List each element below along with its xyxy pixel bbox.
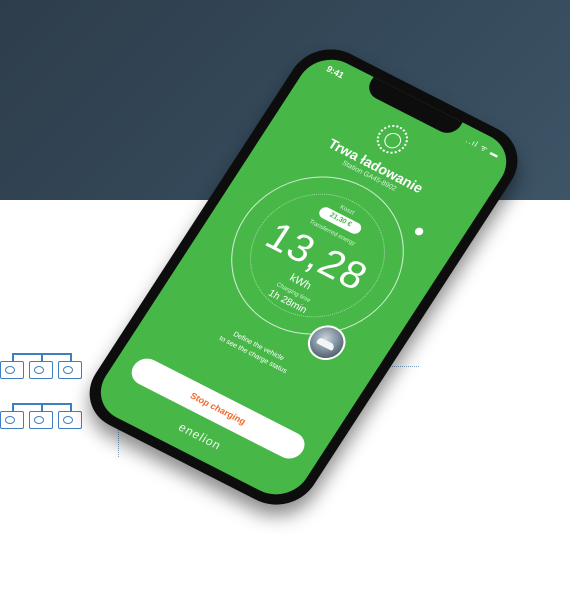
phone-body: 9:41 ..ıl ᯤ ▬ Trwa ładowanie Station GA4…: [73, 35, 534, 519]
progress-ring-dot: [413, 226, 425, 237]
charger-logo-icon: [370, 119, 414, 159]
status-icons: ..ıl ᯤ ▬: [464, 135, 502, 160]
phone-notch: [363, 75, 464, 138]
car-icon: [315, 336, 336, 351]
status-time: 9:41: [324, 63, 347, 81]
